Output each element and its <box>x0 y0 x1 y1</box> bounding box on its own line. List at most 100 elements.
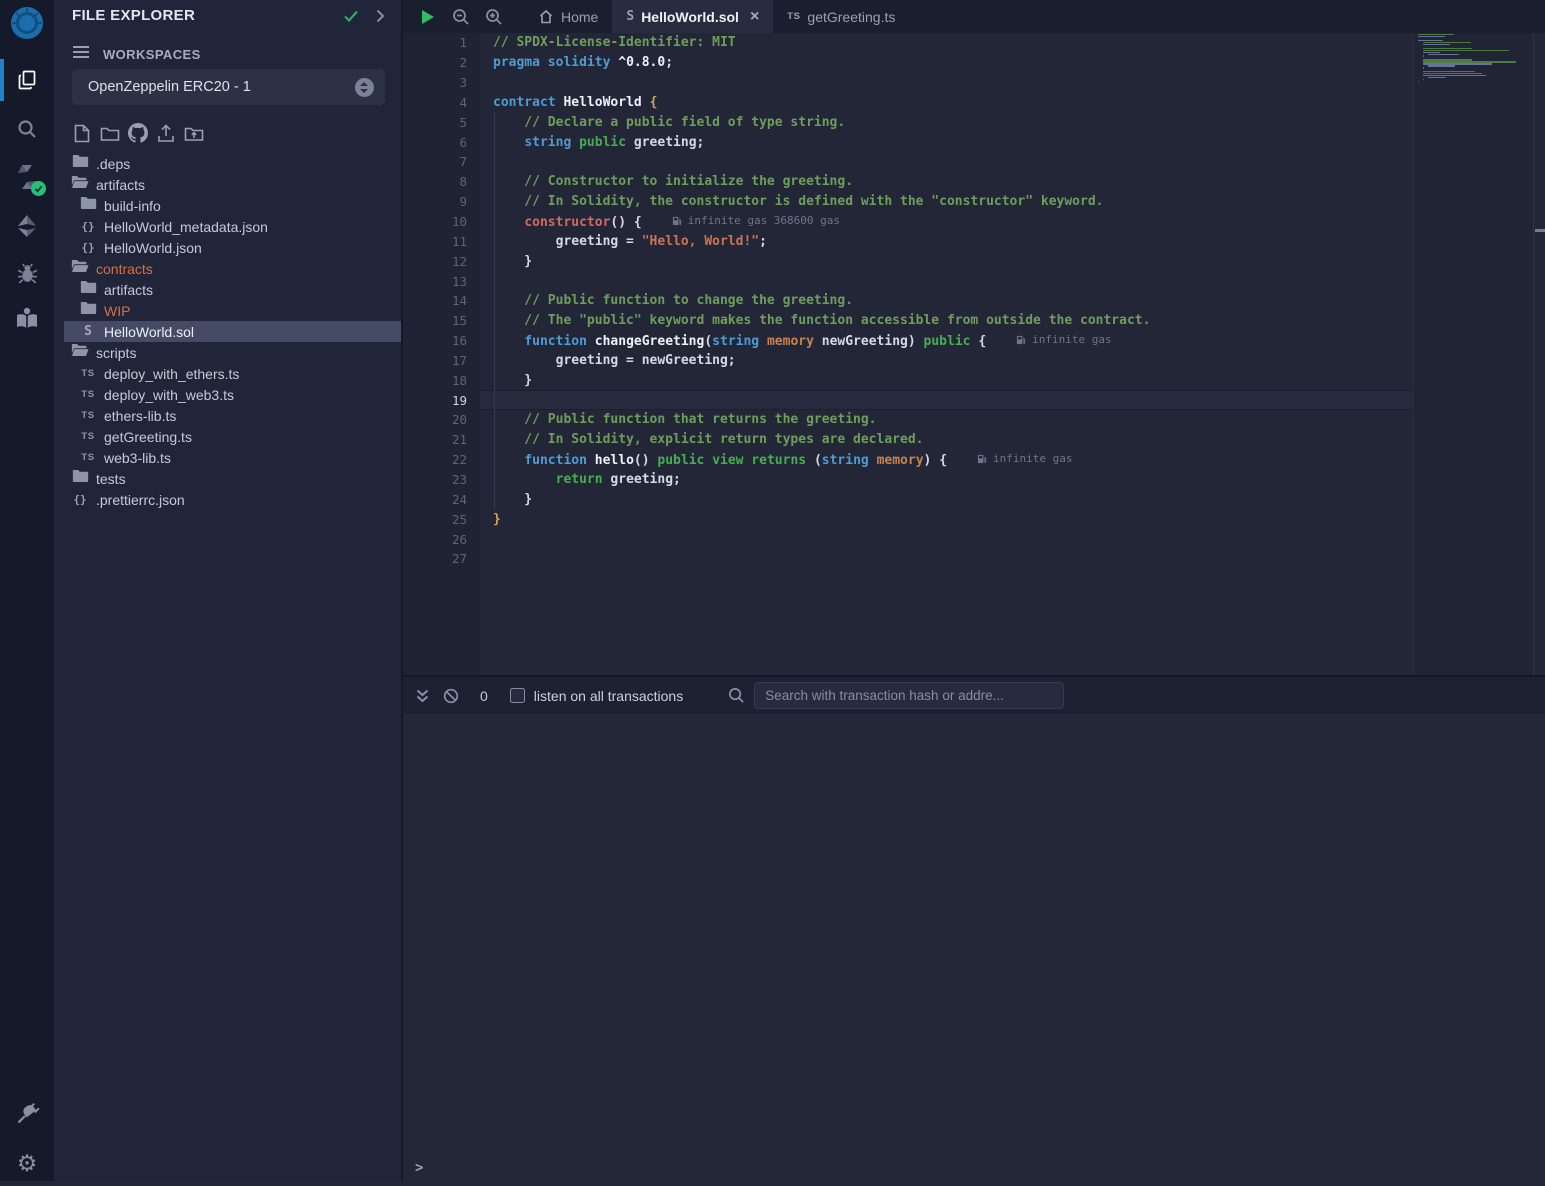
overview-ruler[interactable] <box>1533 33 1545 675</box>
line-number[interactable]: 19 <box>403 393 480 408</box>
code-line-19[interactable]: 19 <box>403 390 1413 410</box>
code-line-23[interactable]: 23 return greeting; <box>403 470 1413 490</box>
tree-item-scripts[interactable]: scripts <box>54 342 401 363</box>
tree-item-tests[interactable]: tests <box>54 468 401 489</box>
code-line-24[interactable]: 24 } <box>403 489 1413 509</box>
tree-item-artifacts[interactable]: artifacts <box>54 174 401 195</box>
code-line-17[interactable]: 17 greeting = newGreeting; <box>403 351 1413 371</box>
tab-home[interactable]: Home <box>524 0 612 33</box>
tree-item-HelloWorld.sol[interactable]: SHelloWorld.sol <box>64 321 401 342</box>
code-line-16[interactable]: 16 function changeGreeting(string memory… <box>403 331 1413 351</box>
chevron-right-icon[interactable] <box>373 7 387 30</box>
tab-helloworld-sol[interactable]: S HelloWorld.sol × <box>612 0 773 33</box>
code-line-5[interactable]: 5 // Declare a public field of type stri… <box>403 112 1413 132</box>
code-line-8[interactable]: 8 // Constructor to initialize the greet… <box>403 172 1413 192</box>
code-editor[interactable]: 1// SPDX-License-Identifier: MIT2pragma … <box>403 33 1545 675</box>
terminal-prompt[interactable]: > <box>415 1160 423 1176</box>
tree-item-HelloWorld_metadata.json[interactable]: {}HelloWorld_metadata.json <box>54 216 401 237</box>
workspace-select[interactable]: OpenZeppelin ERC20 - 1 <box>72 69 385 105</box>
line-number[interactable]: 2 <box>403 55 480 70</box>
collapse-terminal-icon[interactable] <box>415 688 430 704</box>
tree-item-contracts[interactable]: contracts <box>54 258 401 279</box>
terminal-search-input[interactable] <box>754 682 1064 709</box>
zoom-out-icon[interactable] <box>444 0 477 33</box>
code-line-22[interactable]: 22 function hello() public view returns … <box>403 450 1413 470</box>
code-line-14[interactable]: 14 // Public function to change the gree… <box>403 291 1413 311</box>
file-explorer-icon[interactable] <box>0 57 54 103</box>
minimap-column[interactable] <box>1413 33 1533 675</box>
line-number[interactable]: 8 <box>403 174 480 189</box>
tree-item-.deps[interactable]: .deps <box>54 153 401 174</box>
line-number[interactable]: 26 <box>403 532 480 547</box>
line-number[interactable]: 7 <box>403 154 480 169</box>
minimap[interactable] <box>1418 34 1531 90</box>
tree-item-deploy_with_web3.ts[interactable]: TSdeploy_with_web3.ts <box>54 384 401 405</box>
line-number[interactable]: 24 <box>403 492 480 507</box>
clear-console-icon[interactable] <box>443 688 459 704</box>
code-line-25[interactable]: 25} <box>403 509 1413 529</box>
code-line-12[interactable]: 12 } <box>403 251 1413 271</box>
debugger-icon[interactable] <box>0 250 54 296</box>
code-line-21[interactable]: 21 // In Solidity, explicit return types… <box>403 430 1413 450</box>
tree-item-HelloWorld.json[interactable]: {}HelloWorld.json <box>54 237 401 258</box>
code-line-1[interactable]: 1// SPDX-License-Identifier: MIT <box>403 33 1413 53</box>
code-line-6[interactable]: 6 string public greeting; <box>403 132 1413 152</box>
line-number[interactable]: 12 <box>403 254 480 269</box>
tree-item-deploy_with_ethers.ts[interactable]: TSdeploy_with_ethers.ts <box>54 363 401 384</box>
code-line-18[interactable]: 18 } <box>403 370 1413 390</box>
new-file-icon[interactable] <box>72 122 92 144</box>
code-line-11[interactable]: 11 greeting = "Hello, World!"; <box>403 231 1413 251</box>
line-number[interactable]: 23 <box>403 472 480 487</box>
line-number[interactable]: 18 <box>403 373 480 388</box>
code-line-15[interactable]: 15 // The "public" keyword makes the fun… <box>403 311 1413 331</box>
code-line-2[interactable]: 2pragma solidity ^0.8.0; <box>403 53 1413 73</box>
deploy-run-icon[interactable] <box>0 203 54 249</box>
line-number[interactable]: 21 <box>403 432 480 447</box>
tree-item-getGreeting.ts[interactable]: TSgetGreeting.ts <box>54 426 401 447</box>
close-tab-icon[interactable]: × <box>750 9 759 25</box>
tree-item-ethers-lib.ts[interactable]: TSethers-lib.ts <box>54 405 401 426</box>
solidity-compiler-icon[interactable] <box>0 154 54 200</box>
line-number[interactable]: 14 <box>403 293 480 308</box>
zoom-in-icon[interactable] <box>477 0 510 33</box>
line-number[interactable]: 11 <box>403 234 480 249</box>
code-line-26[interactable]: 26 <box>403 529 1413 549</box>
upload-file-icon[interactable] <box>156 122 176 144</box>
line-number[interactable]: 25 <box>403 512 480 527</box>
plugin-manager-icon[interactable] <box>0 1090 54 1136</box>
line-number[interactable]: 5 <box>403 115 480 130</box>
line-number[interactable]: 27 <box>403 551 480 566</box>
github-icon[interactable] <box>128 122 148 144</box>
code-line-10[interactable]: 10 constructor() {infinite gas 368600 ga… <box>403 212 1413 232</box>
tree-item-artifacts[interactable]: artifacts <box>54 279 401 300</box>
line-number[interactable]: 22 <box>403 452 480 467</box>
run-script-play-button[interactable] <box>411 0 444 33</box>
line-number[interactable]: 4 <box>403 95 480 110</box>
line-number[interactable]: 6 <box>403 135 480 150</box>
tree-item-WIP[interactable]: WIP <box>54 300 401 321</box>
settings-gear-icon[interactable]: ⚙ <box>0 1140 54 1186</box>
code-line-3[interactable]: 3 <box>403 73 1413 93</box>
search-icon[interactable] <box>0 106 54 152</box>
line-number[interactable]: 16 <box>403 333 480 348</box>
tab-getgreeting-ts[interactable]: TS getGreeting.ts <box>773 0 909 33</box>
code-lines[interactable]: 1// SPDX-License-Identifier: MIT2pragma … <box>403 33 1413 569</box>
code-line-7[interactable]: 7 <box>403 152 1413 172</box>
line-number[interactable]: 9 <box>403 194 480 209</box>
code-line-9[interactable]: 9 // In Solidity, the constructor is def… <box>403 192 1413 212</box>
code-line-27[interactable]: 27 <box>403 549 1413 569</box>
remix-logo-icon[interactable] <box>3 2 51 50</box>
line-number[interactable]: 20 <box>403 412 480 427</box>
line-number[interactable]: 13 <box>403 274 480 289</box>
new-folder-icon[interactable] <box>100 122 120 144</box>
listen-transactions-checkbox[interactable] <box>510 688 525 703</box>
code-line-13[interactable]: 13 <box>403 271 1413 291</box>
code-line-20[interactable]: 20 // Public function that returns the g… <box>403 410 1413 430</box>
line-number[interactable]: 15 <box>403 313 480 328</box>
code-line-4[interactable]: 4contract HelloWorld { <box>403 93 1413 113</box>
upload-folder-icon[interactable] <box>184 122 204 144</box>
tree-item-.prettierrc.json[interactable]: {}.prettierrc.json <box>54 489 401 510</box>
line-number[interactable]: 17 <box>403 353 480 368</box>
line-number[interactable]: 10 <box>403 214 480 229</box>
line-number[interactable]: 1 <box>403 35 480 50</box>
